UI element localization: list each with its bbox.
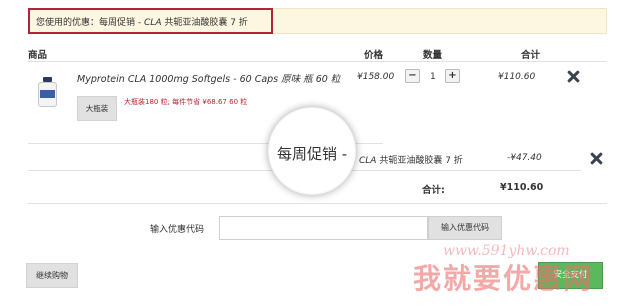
promo-prefix: 您使用的优惠： (36, 18, 100, 28)
promo-separator: - (135, 18, 145, 28)
item-subtotal: ¥110.60 (498, 72, 536, 82)
total-value: ¥110.60 (500, 182, 544, 193)
promo-desc: 共轭亚油酸胶囊 7 折 (161, 18, 248, 28)
continue-shopping-button[interactable]: 继续购物 (26, 263, 78, 288)
total-divider (28, 203, 607, 204)
discount-product: CLA (359, 156, 377, 166)
watermark-text: 我就要优惠网 (413, 262, 594, 295)
qty-decrease-button[interactable]: − (405, 69, 420, 83)
header-price: 价格 (364, 50, 384, 61)
qty-value[interactable]: 1 (430, 72, 436, 82)
item-price: ¥158.00 (357, 72, 395, 82)
variant-button[interactable]: 大瓶装 (77, 96, 117, 121)
product-name-link[interactable]: Myprotein CLA 1000mg Softgels - 60 Caps … (77, 71, 340, 85)
header-subtotal: 合计 (521, 50, 541, 61)
header-divider (28, 61, 607, 62)
total-label: 合计: (422, 185, 445, 196)
promo-product: CLA (144, 18, 162, 28)
header-product: 商品 (28, 50, 48, 61)
discount-desc: 共轭亚油酸胶囊 7 折 (376, 156, 463, 166)
coupon-input[interactable] (219, 216, 428, 240)
discount-amount: -¥47.40 (507, 153, 542, 163)
qty-increase-button[interactable]: + (445, 69, 460, 83)
remove-item-icon[interactable] (567, 70, 580, 83)
magnifier-text: 每周促销 - (277, 145, 348, 163)
promo-name: 每周促销 (99, 18, 136, 28)
product-image[interactable] (38, 77, 57, 107)
bottle-label (40, 90, 55, 98)
coupon-label: 输入优惠代码 (150, 225, 205, 235)
header-quantity: 数量 (423, 50, 443, 61)
watermark-url: www.591yhw.com (443, 243, 570, 259)
promo-text: 您使用的优惠：每周促销 - CLA 共轭亚油酸胶囊 7 折 (36, 15, 248, 28)
remove-discount-icon[interactable] (590, 152, 603, 165)
deal-note: 大瓶装180 粒; 每件节省 ¥68.67 60 粒 (124, 98, 248, 106)
apply-coupon-button[interactable]: 输入优惠代码 (428, 216, 502, 240)
discount-name: CLA 共轭亚油酸胶囊 7 折 (359, 153, 463, 166)
